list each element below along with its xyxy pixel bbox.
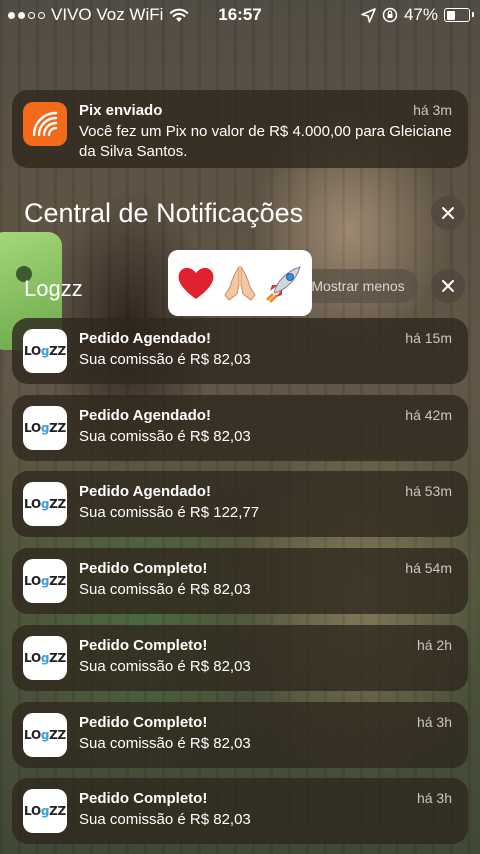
notification-time: há 15m <box>405 330 452 346</box>
notification-time: há 2h <box>416 637 452 653</box>
notification-title: Pedido Agendado! <box>79 330 211 347</box>
notification-body: Sua comissão é R$ 122,77 <box>79 504 260 521</box>
notification-card[interactable]: LOgZZ Pedido Agendado! há 15m Sua comissão … <box>12 318 468 384</box>
location-arrow-icon <box>361 7 376 23</box>
notification-time: há 42m <box>405 407 452 423</box>
logzz-icon: LOgZZ <box>23 636 67 680</box>
notification-title: Pix enviado <box>79 102 163 119</box>
logzz-icon: LOgZZ <box>23 329 67 373</box>
notification-title: Pedido Completo! <box>79 637 208 654</box>
notification-card[interactable]: LOgZZ Pedido Completo! há 54m Sua comissão … <box>12 548 468 614</box>
notification-card[interactable]: LOgZZ Pedido Agendado! há 53m Sua comissão … <box>12 471 468 537</box>
notification-time: há 54m <box>405 560 452 576</box>
notification-card[interactable]: LOgZZ Pedido Agendado! há 42m Sua comissão … <box>12 395 468 461</box>
notification-body: Sua comissão é R$ 82,03 <box>79 658 251 675</box>
logzz-icon: LOgZZ <box>23 559 67 603</box>
show-less-button[interactable]: Mostrar menos <box>298 269 418 303</box>
notification-time: há 53m <box>405 483 452 499</box>
close-icon <box>442 207 454 219</box>
logzz-icon: LOgZZ <box>23 482 67 526</box>
notification-title: Pedido Completo! <box>79 790 208 807</box>
notification-body: Você fez um Pix no valor de R$ 4.000,00 … <box>79 123 452 160</box>
notification-body: Sua comissão é R$ 82,03 <box>79 351 251 368</box>
orientation-lock-icon <box>382 7 398 23</box>
logzz-icon: LOgZZ <box>23 789 67 833</box>
rocket-icon <box>266 266 301 303</box>
battery-percent: 47% <box>403 5 438 24</box>
emoji-sticker <box>168 250 312 316</box>
notification-time: há 3m <box>413 102 452 118</box>
praying-hands-icon <box>224 265 256 301</box>
battery-icon <box>444 8 474 22</box>
notification-body: Sua comissão é R$ 82,03 <box>79 811 251 828</box>
logzz-icon: LOgZZ <box>23 406 67 450</box>
notification-time: há 3h <box>416 714 452 730</box>
notification-card[interactable]: LOgZZ Pedido Completo! há 3h Sua comissão é… <box>12 702 468 768</box>
close-icon <box>442 280 454 292</box>
notification-body: Sua comissão é R$ 82,03 <box>79 428 251 445</box>
notification-title: Pedido Agendado! <box>79 407 211 424</box>
notification-card[interactable]: LOgZZ Pedido Completo! há 3h Sua comissão é… <box>12 778 468 844</box>
pix-icon <box>23 102 67 146</box>
notification-title: Pedido Agendado! <box>79 483 211 500</box>
status-bar: VIVO Voz WiFi 16:57 47% <box>0 0 480 30</box>
pix-notification[interactable]: Pix enviado há 3m Você fez um Pix no val… <box>12 90 468 168</box>
clear-all-button[interactable] <box>431 196 465 230</box>
logzz-icon: LOgZZ <box>23 713 67 757</box>
group-app-name: Logzz <box>24 276 83 301</box>
notification-card[interactable]: LOgZZ Pedido Completo! há 2h Sua comissão é… <box>12 625 468 691</box>
notification-center-title: Central de Notificações <box>24 198 304 228</box>
notification-time: há 3h <box>416 790 452 806</box>
notification-body: Sua comissão é R$ 82,03 <box>79 735 251 752</box>
heart-icon <box>178 267 214 299</box>
notification-body: Sua comissão é R$ 82,03 <box>79 581 251 598</box>
clear-group-button[interactable] <box>431 269 465 303</box>
notification-title: Pedido Completo! <box>79 714 208 731</box>
notification-title: Pedido Completo! <box>79 560 208 577</box>
